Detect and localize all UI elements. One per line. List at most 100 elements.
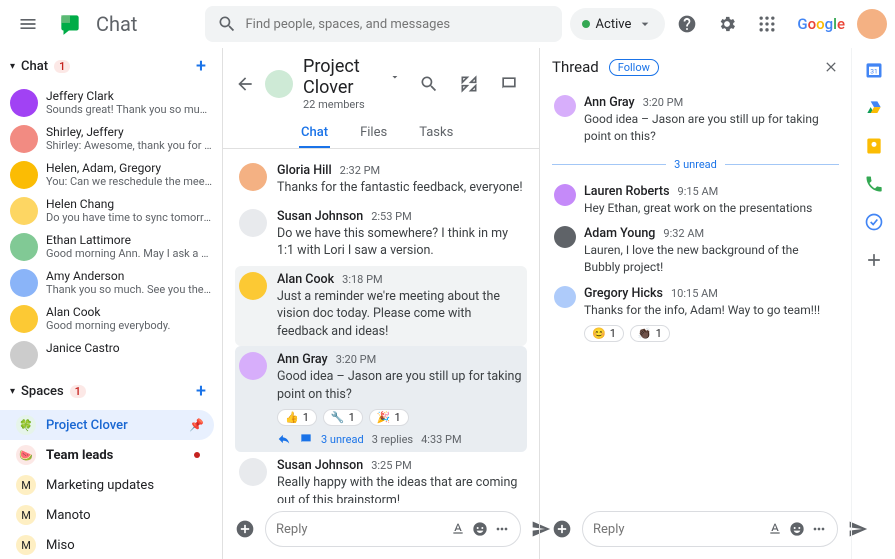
chat-item[interactable]: Amy Anderson Thank you so much. See you … — [0, 265, 222, 301]
status-selector[interactable]: Active — [570, 8, 666, 40]
thread-compose-input[interactable] — [593, 522, 759, 537]
new-chat-button[interactable]: + — [190, 54, 212, 79]
add-app-button[interactable] — [864, 250, 884, 270]
message[interactable]: Gloria Hill 2:32 PM Thanks for the fanta… — [235, 157, 527, 203]
thread-summary[interactable]: 3 unread 3 replies 4:33 PM — [277, 432, 523, 446]
more-icon[interactable] — [494, 521, 510, 537]
chat-item[interactable]: Ethan Lattimore Good morning Ann. May I … — [0, 229, 222, 265]
chat-item[interactable]: Alan Cook Good morning everybody. — [0, 301, 222, 337]
search-icon — [419, 74, 439, 94]
collapse-button[interactable] — [451, 66, 487, 102]
section-chat-title: Chat — [21, 59, 48, 74]
message-text: Do we have this somewhere? I think in my… — [277, 225, 523, 260]
apps-grid-icon — [757, 14, 777, 34]
avatar — [10, 89, 38, 117]
message[interactable]: Alan Cook 3:18 PM Just a reminder we're … — [235, 266, 527, 347]
avatar — [239, 163, 267, 191]
space-item[interactable]: M Marketing updates — [0, 470, 214, 500]
space-icon: M — [16, 535, 36, 555]
thread-message[interactable]: Ann Gray 3:20 PM Good idea – Jason are y… — [552, 90, 839, 150]
message-time: 3:20 PM — [336, 353, 376, 366]
chat-item[interactable]: Helen, Adam, Gregory You: Can we resched… — [0, 157, 222, 193]
chat-preview: Good morning Ann. May I ask a question? — [46, 247, 212, 260]
message-author: Lauren Roberts — [584, 184, 670, 199]
reaction[interactable]: 😊 1 — [584, 325, 624, 342]
menu-button[interactable] — [8, 4, 48, 44]
reply-icon — [277, 432, 291, 446]
back-button[interactable] — [235, 74, 255, 94]
space-item[interactable]: M Manoto — [0, 500, 214, 530]
message-time: 2:32 PM — [340, 164, 380, 177]
space-avatar — [265, 70, 293, 98]
tab-tasks[interactable]: Tasks — [417, 119, 455, 148]
space-item[interactable]: 🍀 Project Clover📌 — [0, 410, 214, 440]
message-text: Thanks for the info, Adam! Way to go tea… — [584, 302, 837, 319]
new-thread-button[interactable] — [235, 511, 255, 547]
thread-message[interactable]: Gregory Hicks 10:15 AM Thanks for the in… — [552, 281, 839, 347]
message-author: Alan Cook — [277, 272, 334, 287]
space-label: Project Clover — [46, 418, 128, 433]
calendar-app[interactable]: 31 — [864, 60, 884, 80]
follow-button[interactable]: Follow — [609, 59, 659, 76]
keep-app[interactable] — [864, 136, 884, 156]
search-in-space-button[interactable] — [411, 66, 447, 102]
reaction[interactable]: 👍 1 — [277, 409, 317, 426]
tab-chat[interactable]: Chat — [299, 119, 330, 148]
thread-compose-box[interactable] — [582, 511, 838, 547]
help-button[interactable] — [669, 6, 705, 42]
emoji-icon[interactable] — [789, 521, 805, 537]
reaction[interactable]: 👏🏿 1 — [630, 325, 670, 342]
apps-button[interactable] — [749, 6, 785, 42]
reaction[interactable]: 🎉 1 — [369, 409, 409, 426]
message-text: Good idea – Jason are you still up for t… — [277, 368, 523, 403]
message-text: Thanks for the fantastic feedback, every… — [277, 179, 523, 197]
chat-item[interactable]: Helen Chang Do you have time to sync tom… — [0, 193, 222, 229]
chat-item[interactable]: Janice Castro — [0, 337, 222, 373]
message-time: 3:25 PM — [371, 459, 411, 472]
search-icon — [217, 14, 237, 34]
reaction[interactable]: 🔧 1 — [323, 409, 363, 426]
account-avatar[interactable] — [857, 9, 887, 39]
chat-preview: Do you have time to sync tomorrow mori… — [46, 211, 212, 224]
search-bar[interactable] — [205, 6, 561, 42]
thread-toggle-button[interactable] — [491, 66, 527, 102]
compose-box[interactable] — [265, 511, 521, 547]
chat-item[interactable]: Shirley, Jeffery Shirley: Awesome, thank… — [0, 121, 222, 157]
status-label: Active — [596, 17, 632, 32]
new-space-button[interactable]: + — [190, 379, 212, 404]
message[interactable]: Susan Johnson 3:25 PM Really happy with … — [235, 452, 527, 503]
voice-app[interactable] — [864, 174, 884, 194]
format-icon[interactable] — [450, 521, 466, 537]
chat-name: Amy Anderson — [46, 269, 212, 283]
message[interactable]: Susan Johnson 2:53 PM Do we have this so… — [235, 203, 527, 266]
chat-item[interactable]: Jeffery Clark Sounds great! Thank you so… — [0, 85, 222, 121]
message-text: Good idea – Jason are you still up for t… — [584, 111, 837, 145]
emoji-icon[interactable] — [472, 521, 488, 537]
member-count[interactable]: 22 members — [303, 98, 401, 111]
dropdown-icon[interactable] — [389, 69, 401, 85]
avatar — [239, 458, 267, 486]
thread-message[interactable]: Adam Young 9:32 AM Lauren, I love the ne… — [552, 221, 839, 281]
section-spaces-title: Spaces — [21, 384, 64, 399]
tasks-app[interactable] — [864, 212, 884, 232]
thread-message[interactable]: Lauren Roberts 9:15 AM Hey Ethan, great … — [552, 179, 839, 222]
section-spaces-header[interactable]: ▾ Spaces 1 + — [0, 373, 222, 410]
space-item[interactable]: M Miso — [0, 530, 214, 559]
format-icon[interactable] — [767, 521, 783, 537]
section-chat-header[interactable]: ▾ Chat 1 + — [0, 48, 222, 85]
avatar — [10, 341, 38, 369]
avatar — [239, 272, 267, 300]
message[interactable]: Ann Gray 3:20 PM Good idea – Jason are y… — [235, 346, 527, 452]
close-thread-button[interactable] — [823, 59, 839, 75]
thread-add-button[interactable] — [552, 511, 572, 547]
google-logo: Google — [789, 11, 853, 37]
tab-files[interactable]: Files — [358, 119, 389, 148]
compose-input[interactable] — [276, 522, 442, 537]
space-label: Miso — [46, 538, 75, 553]
settings-button[interactable] — [709, 6, 745, 42]
avatar — [554, 184, 576, 206]
drive-app[interactable] — [864, 98, 884, 118]
space-item[interactable]: 🍉 Team leads — [0, 440, 214, 470]
search-input[interactable] — [245, 17, 549, 32]
more-icon[interactable] — [811, 521, 827, 537]
